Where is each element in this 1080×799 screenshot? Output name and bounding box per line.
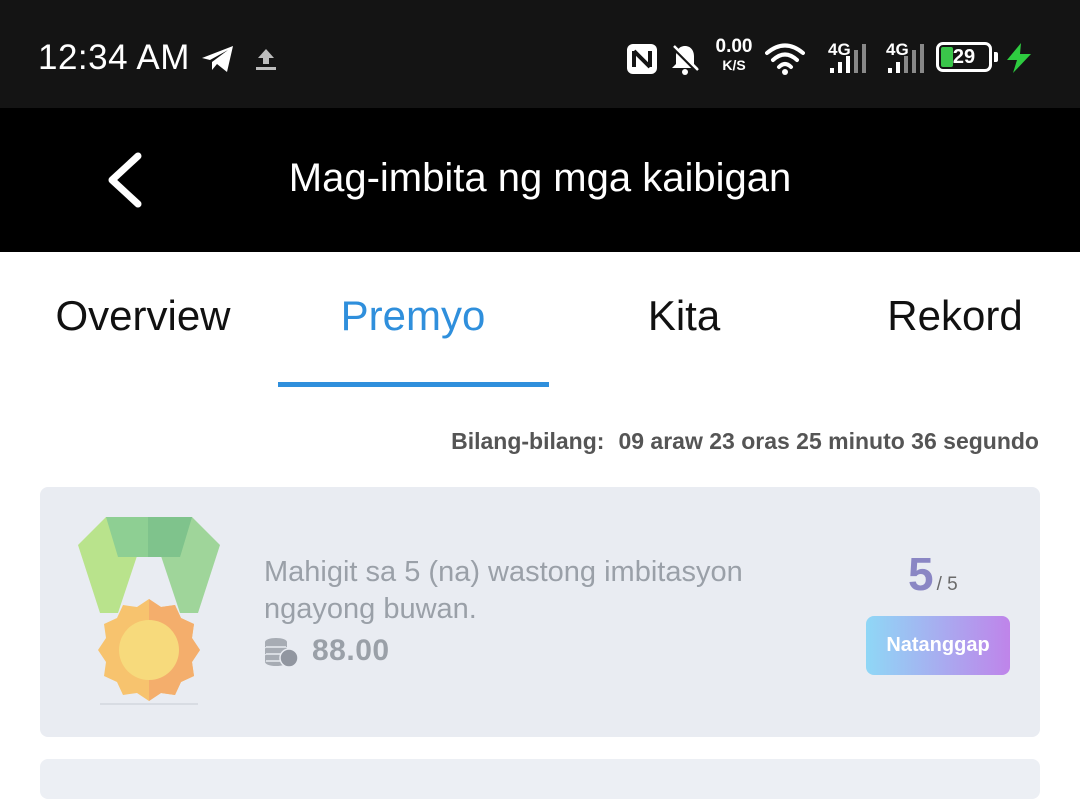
signal-icon bbox=[830, 44, 866, 73]
reward-card bbox=[40, 759, 1040, 799]
status-bar: 12:34 AM 0.00 K/S 4G 4G 29 bbox=[0, 0, 1080, 108]
claim-button[interactable]: Natanggap bbox=[866, 616, 1010, 675]
invite-progress: 5/ 5 bbox=[908, 547, 958, 601]
app-bar: Mag-imbita ng mga kaibigan bbox=[0, 108, 1080, 252]
charging-icon bbox=[1007, 43, 1031, 73]
wifi-icon bbox=[765, 43, 805, 75]
signal-icon bbox=[888, 44, 924, 73]
tab-overview[interactable]: Overview bbox=[8, 292, 278, 340]
coins-icon bbox=[265, 638, 299, 668]
reward-card: Mahigit sa 5 (na) wastong imbitasyon nga… bbox=[40, 487, 1040, 737]
tab-bar: Overview Premyo Kita Rekord bbox=[0, 252, 1080, 388]
medal-icon bbox=[78, 517, 220, 705]
countdown: Bilang-bilang: 09 araw 23 oras 25 minuto … bbox=[451, 428, 1039, 455]
progress-total: / 5 bbox=[936, 574, 958, 595]
battery-icon: 29 bbox=[936, 42, 998, 72]
reward-amount-value: 88.00 bbox=[312, 634, 390, 667]
battery-level: 29 bbox=[952, 46, 976, 68]
active-tab-indicator bbox=[278, 382, 549, 387]
tab-premyo[interactable]: Premyo bbox=[278, 292, 548, 340]
network-speed: 0.00 K/S bbox=[715, 36, 753, 73]
tab-rekord[interactable]: Rekord bbox=[820, 292, 1080, 340]
bell-off-icon bbox=[670, 44, 700, 75]
nfc-icon bbox=[627, 44, 657, 74]
upload-icon bbox=[256, 49, 276, 70]
telegram-icon bbox=[202, 46, 233, 72]
countdown-label: Bilang-bilang: bbox=[451, 428, 605, 454]
tab-kita[interactable]: Kita bbox=[549, 292, 819, 340]
page-title: Mag-imbita ng mga kaibigan bbox=[288, 156, 792, 200]
progress-current: 5 bbox=[908, 548, 934, 600]
countdown-value: 09 araw 23 oras 25 minuto 36 segundo bbox=[618, 428, 1039, 454]
reward-description: Mahigit sa 5 (na) wastong imbitasyon nga… bbox=[264, 556, 743, 625]
status-time: 12:34 AM bbox=[38, 38, 190, 77]
